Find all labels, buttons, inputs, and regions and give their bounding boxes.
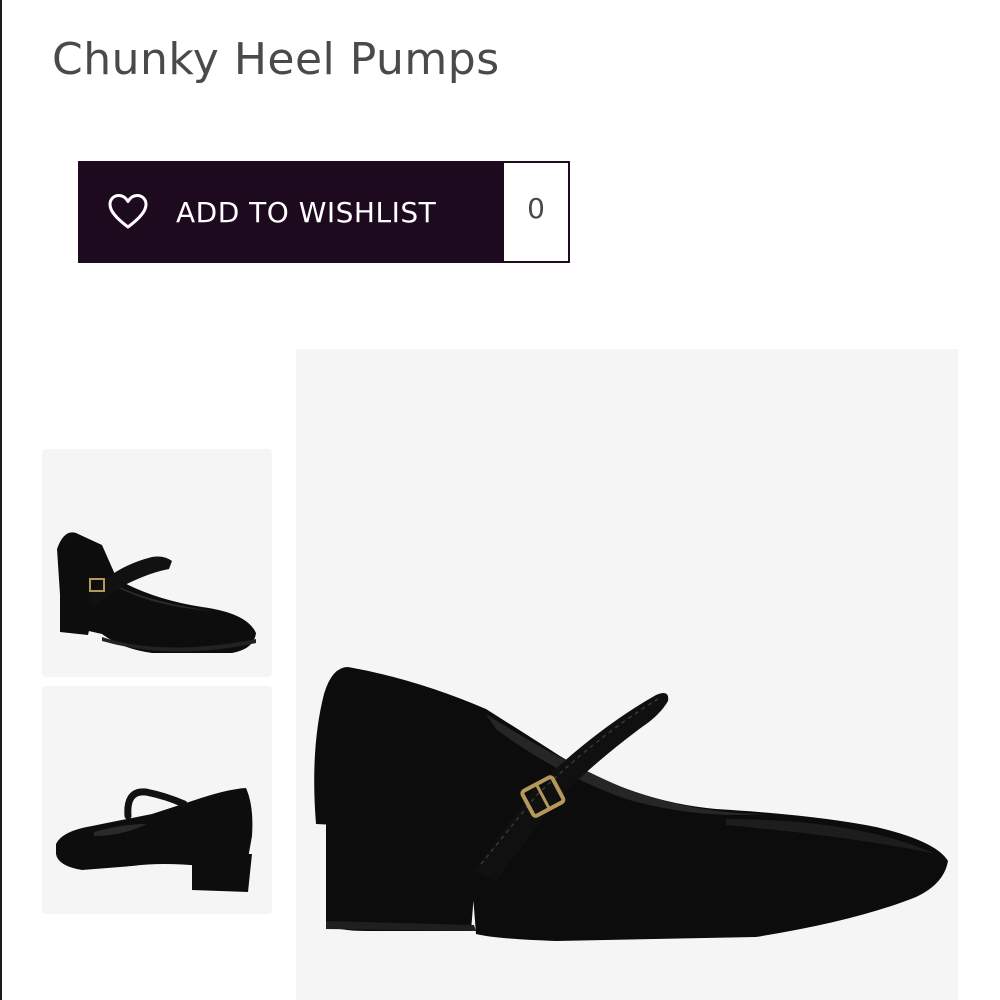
wishlist-label: ADD TO WISHLIST (176, 195, 437, 229)
wishlist-count: 0 (504, 161, 570, 263)
add-to-wishlist-button[interactable]: ADD TO WISHLIST (78, 161, 504, 263)
left-border (0, 0, 2, 1000)
shoe-side-image (314, 667, 948, 941)
product-thumbnail-back[interactable] (42, 686, 272, 914)
heart-icon (108, 194, 148, 230)
product-main-image[interactable] (296, 349, 958, 1000)
shoe-front-image (57, 532, 256, 653)
shoe-back-image (56, 788, 253, 892)
product-thumbnail-front[interactable] (42, 449, 272, 677)
product-title: Chunky Heel Pumps (52, 34, 500, 85)
wishlist-widget: ADD TO WISHLIST 0 (78, 161, 570, 263)
